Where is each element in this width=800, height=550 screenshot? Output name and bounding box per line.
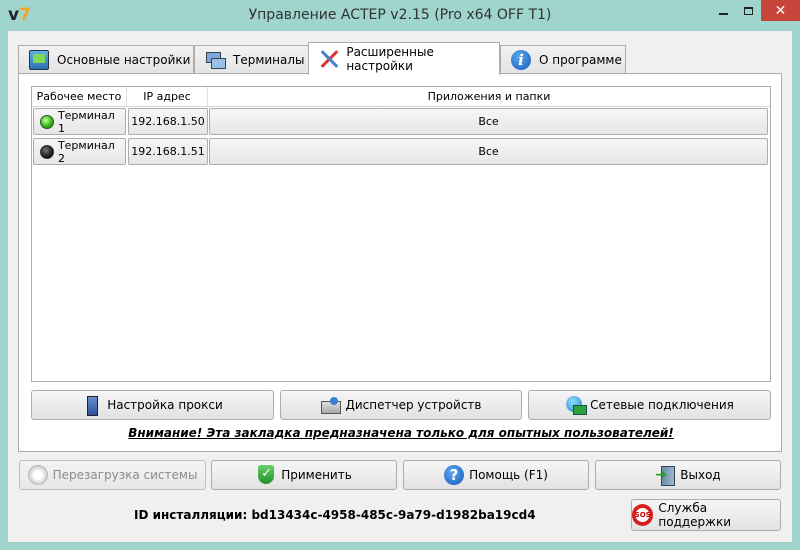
workstation-cell[interactable]: Терминал 2 <box>33 138 126 165</box>
installation-id: ID инсталляции: bd13434c-4958-485c-9a79-… <box>134 508 536 522</box>
device-manager-button[interactable]: Диспетчер устройств <box>280 390 522 420</box>
button-label: Помощь (F1) <box>469 468 548 482</box>
table-row: Терминал 1 192.168.1.50 Все <box>32 108 770 136</box>
table-row: Терминал 2 192.168.1.51 Все <box>32 138 770 166</box>
apps-cell[interactable]: Все <box>209 108 768 135</box>
tab-label: Терминалы <box>233 53 305 67</box>
title-bar[interactable]: v7 Управление ACTEP v2.15 (Pro x64 OFF T… <box>0 0 800 31</box>
tab-label: Основные настройки <box>57 53 191 67</box>
workstation-name: Терминал 2 <box>57 138 115 165</box>
network-globe-icon <box>565 395 588 415</box>
ip-cell[interactable]: 192.168.1.51 <box>128 138 208 165</box>
button-label: Перезагрузка системы <box>52 468 198 482</box>
button-label: Сетевые подключения <box>590 398 734 412</box>
button-label: Выход <box>680 468 721 482</box>
terminals-icon <box>205 50 226 70</box>
tab-about[interactable]: i О программе <box>500 45 626 74</box>
workstation-name: Терминал 1 <box>57 108 115 135</box>
tab-label: Расширенные настройки <box>346 45 434 73</box>
warning-text: Внимание! Эта закладка предназначена тол… <box>128 426 674 440</box>
minimize-icon <box>718 12 728 15</box>
support-service-button[interactable]: SOS Служба поддержки <box>631 499 781 531</box>
tab-main-settings[interactable]: Основные настройки <box>18 45 194 74</box>
status-offline-icon <box>40 144 54 159</box>
proxy-server-icon <box>82 395 102 416</box>
tab-label: О программе <box>539 53 622 67</box>
tools-icon <box>319 49 338 69</box>
table-header: Рабочее место IP адрес Приложения и папк… <box>32 87 770 107</box>
column-header-ip[interactable]: IP адрес <box>127 87 208 107</box>
monitor-settings-icon <box>29 50 49 70</box>
shield-check-icon <box>256 465 276 485</box>
terminals-table: Рабочее место IP адрес Приложения и папк… <box>31 86 771 382</box>
button-label: Служба поддержки <box>658 501 732 529</box>
ip-cell[interactable]: 192.168.1.50 <box>128 108 208 135</box>
tab-terminals[interactable]: Терминалы <box>194 45 309 74</box>
status-online-icon <box>40 114 54 129</box>
column-header-apps[interactable]: Приложения и папки <box>208 87 770 107</box>
close-icon: ✕ <box>774 2 787 19</box>
button-label: Применить <box>281 468 352 482</box>
network-connections-button[interactable]: Сетевые подключения <box>528 390 771 420</box>
proxy-settings-button[interactable]: Настройка прокси <box>31 390 274 420</box>
minimize-button[interactable] <box>710 0 736 21</box>
window-title: Управление ACTEP v2.15 (Pro x64 OFF T1) <box>248 7 552 23</box>
sos-icon: SOS <box>632 504 654 526</box>
maximize-icon <box>744 6 753 15</box>
reboot-system-button[interactable]: Перезагрузка системы <box>19 460 206 490</box>
button-label: Диспетчер устройств <box>345 398 482 412</box>
help-icon: ? <box>444 465 465 485</box>
advanced-settings-panel: Рабочее место IP адрес Приложения и папк… <box>18 73 782 452</box>
reboot-icon <box>27 465 48 485</box>
client-area: Основные настройки Терминалы Расширенные… <box>8 31 792 542</box>
help-button[interactable]: ? Помощь (F1) <box>403 460 589 490</box>
workstation-cell[interactable]: Терминал 1 <box>33 108 126 135</box>
apply-button[interactable]: Применить <box>211 460 397 490</box>
close-button[interactable]: ✕ <box>761 0 800 21</box>
exit-door-icon <box>655 465 676 486</box>
button-label: Настройка прокси <box>107 398 223 412</box>
exit-button[interactable]: Выход <box>595 460 781 490</box>
info-icon: i <box>511 50 531 70</box>
app-window: v7 Управление ACTEP v2.15 (Pro x64 OFF T… <box>0 0 800 550</box>
column-header-workstation[interactable]: Рабочее место <box>32 87 127 107</box>
maximize-button[interactable] <box>736 0 761 21</box>
device-manager-icon <box>320 395 342 415</box>
apps-cell[interactable]: Все <box>209 138 768 165</box>
tab-advanced-settings[interactable]: Расширенные настройки <box>308 42 500 75</box>
